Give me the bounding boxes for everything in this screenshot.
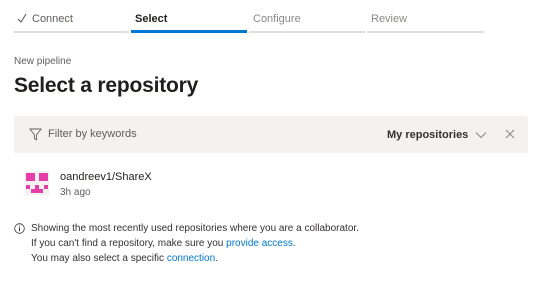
filter-input[interactable] [48, 125, 308, 143]
filter-bar: My repositories [14, 116, 528, 153]
step-select[interactable]: Select [131, 0, 247, 36]
info-text-access-suffix: . [292, 238, 296, 249]
step-connect-label: Connect [32, 13, 73, 25]
step-select-bar [131, 30, 247, 33]
wizard-steps: Connect Select Configure Review [14, 0, 484, 36]
repository-name: oandreev1/ShareX [60, 171, 152, 183]
step-select-label: Select [135, 13, 168, 25]
info-text-connection-suffix: . [215, 253, 218, 264]
page-title: Select a repository [14, 74, 199, 97]
step-configure-bar [249, 31, 365, 33]
repository-scope-label: My repositories [387, 129, 469, 141]
info-text-access-prefix: If you can't find a repository, make sur… [31, 238, 227, 249]
info-text-connection: You may also select a specific connectio… [31, 252, 218, 265]
step-review-label: Review [371, 13, 408, 25]
info-text-connection-prefix: You may also select a specific [31, 253, 167, 264]
check-icon [17, 13, 27, 23]
repository-scope-dropdown[interactable]: My repositories [387, 127, 487, 143]
identicon-avatar [25, 171, 49, 195]
step-review-bar [367, 31, 484, 33]
close-icon[interactable] [505, 129, 515, 139]
step-connect-bar [14, 31, 129, 33]
step-connect[interactable]: Connect [14, 0, 129, 36]
breadcrumb: New pipeline [14, 56, 72, 67]
chevron-down-icon [475, 132, 487, 139]
info-text-access: If you can't find a repository, make sur… [31, 237, 296, 250]
step-review: Review [367, 0, 484, 36]
info-icon [14, 223, 25, 234]
provide-access-link[interactable]: provide access [226, 238, 293, 249]
step-configure: Configure [249, 0, 365, 36]
info-text-collaborator: Showing the most recently used repositor… [31, 223, 359, 234]
repository-list-item[interactable]: oandreev1/ShareX 3h ago [14, 164, 314, 202]
repository-last-used: 3h ago [60, 187, 91, 198]
connection-link[interactable]: connection [167, 253, 215, 264]
step-configure-label: Configure [253, 13, 301, 25]
filter-icon [29, 128, 42, 141]
